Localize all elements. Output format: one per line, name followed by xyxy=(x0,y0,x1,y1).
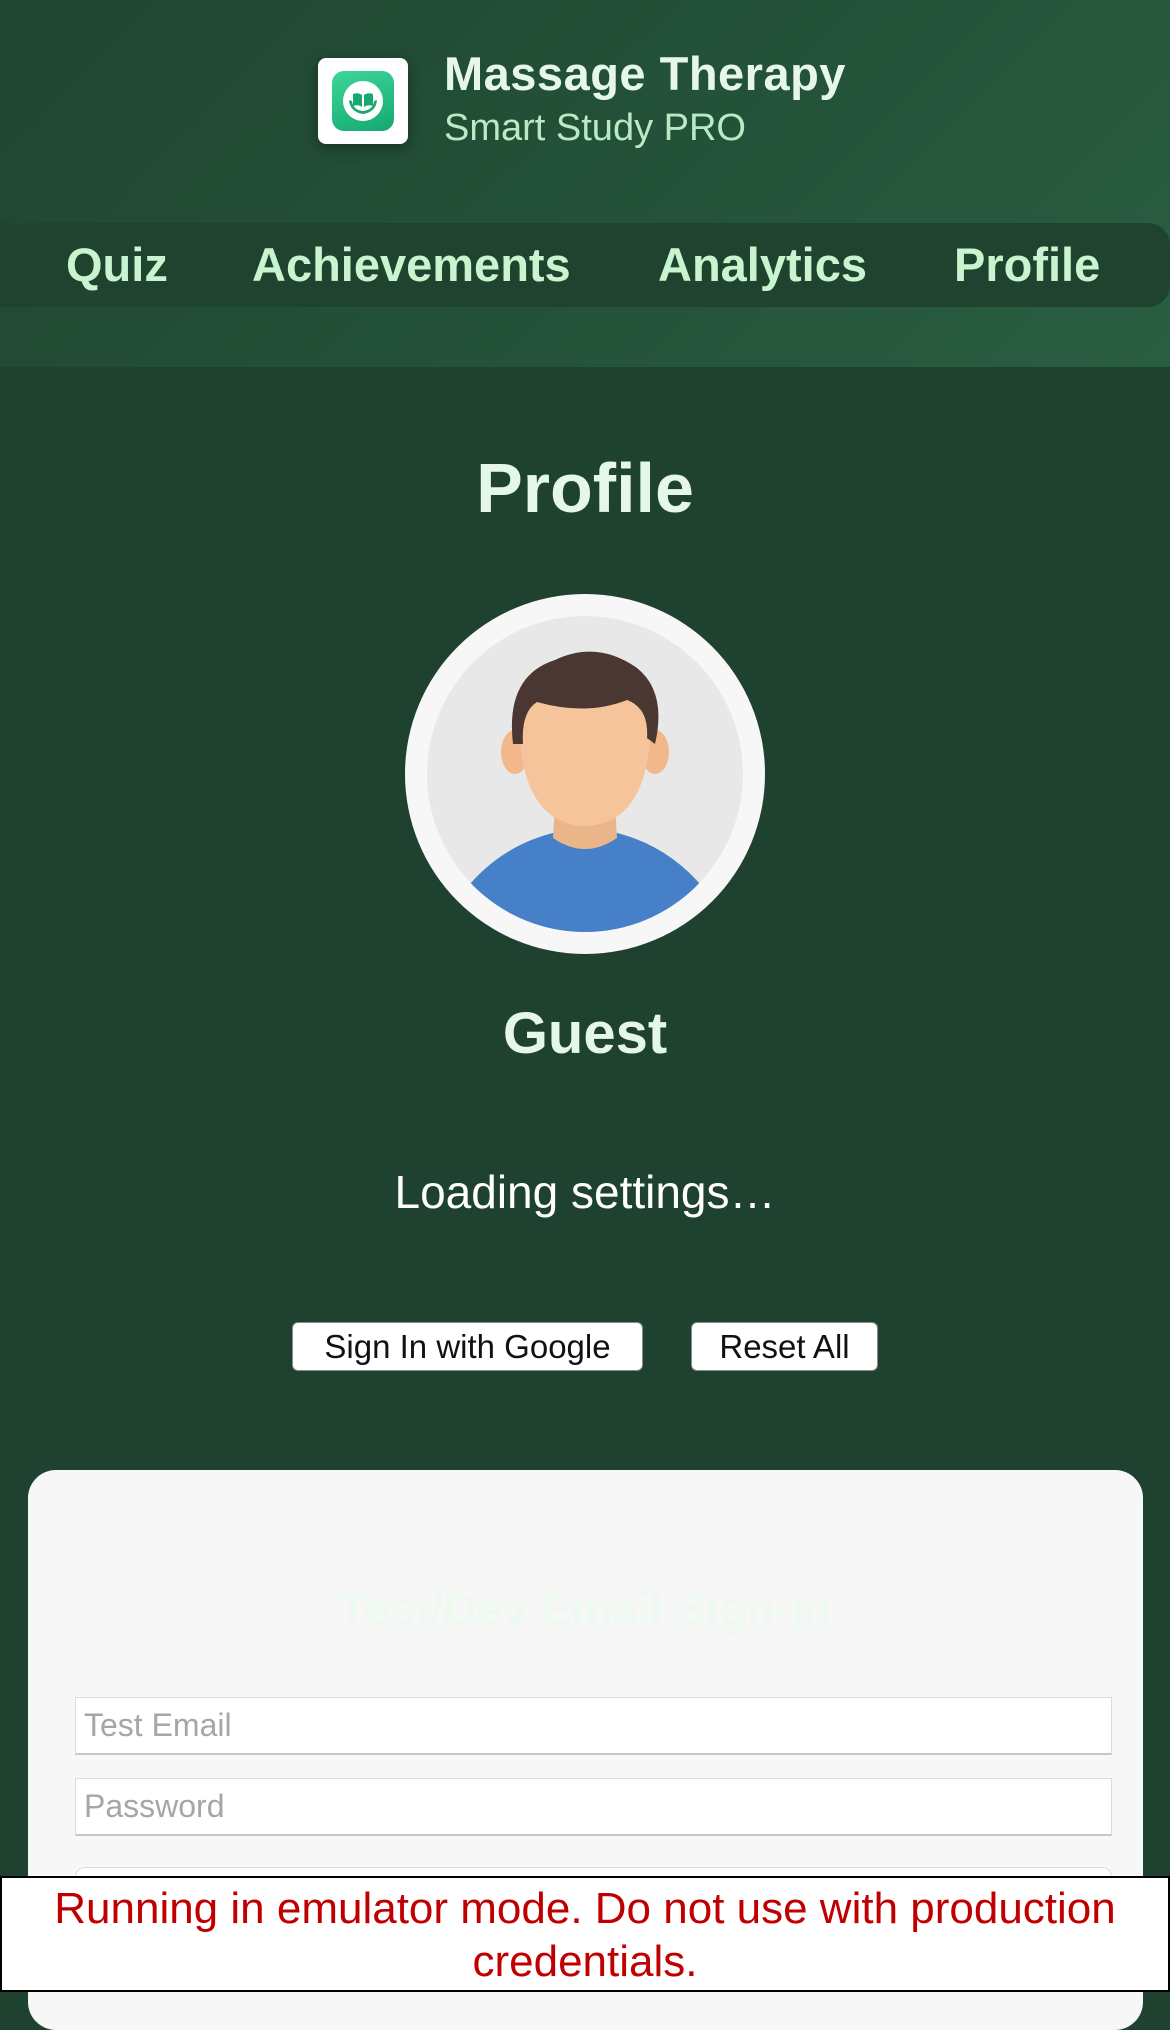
app-subtitle: Smart Study PRO xyxy=(444,107,746,149)
main-nav: Quiz Achievements Analytics Profile xyxy=(0,223,1170,307)
emulator-warning-banner: Running in emulator mode. Do not use wit… xyxy=(0,1876,1170,1992)
avatar xyxy=(405,594,765,954)
app-logo xyxy=(318,58,408,144)
test-email-field[interactable] xyxy=(75,1697,1112,1755)
app-logo-tile xyxy=(332,71,394,131)
hands-holding-book-icon xyxy=(343,81,383,121)
app-title: Massage Therapy xyxy=(444,47,846,100)
nav-quiz[interactable]: Quiz xyxy=(66,237,168,292)
nav-achievements[interactable]: Achievements xyxy=(252,237,571,292)
sign-in-google-button[interactable]: Sign In with Google xyxy=(292,1322,643,1371)
reset-all-button[interactable]: Reset All xyxy=(691,1322,878,1371)
page-title: Profile xyxy=(476,449,694,527)
settings-status-text: Loading settings… xyxy=(394,1166,776,1218)
user-avatar-icon xyxy=(427,616,743,932)
email-signin-title: Test/Dev Email Sign-In xyxy=(339,1583,832,1635)
password-field[interactable] xyxy=(75,1778,1112,1836)
nav-analytics[interactable]: Analytics xyxy=(658,237,867,292)
username: Guest xyxy=(502,1001,668,1066)
app-header: Massage Therapy Smart Study PRO Quiz Ach… xyxy=(0,0,1170,367)
nav-profile[interactable]: Profile xyxy=(954,237,1100,292)
